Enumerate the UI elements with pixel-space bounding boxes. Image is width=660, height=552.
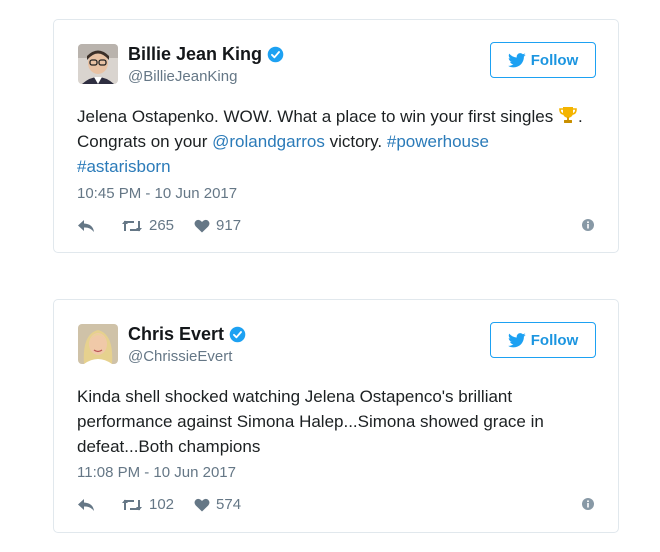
timestamp[interactable]: 11:08 PM - 10 Jun 2017 bbox=[77, 464, 236, 481]
hashtag-link[interactable]: #powerhouse bbox=[387, 132, 489, 151]
twitter-bird-icon bbox=[507, 332, 526, 347]
avatar[interactable] bbox=[78, 44, 118, 84]
tweet-card: Billie Jean King @BillieJeanKing Follow … bbox=[53, 19, 619, 253]
action-bar: 265 917 bbox=[77, 217, 594, 234]
follow-button[interactable]: Follow bbox=[490, 42, 596, 78]
info-icon[interactable] bbox=[582, 219, 594, 231]
retweet-button[interactable]: 102 bbox=[121, 496, 174, 513]
avatar[interactable] bbox=[78, 324, 118, 364]
like-button[interactable]: 917 bbox=[194, 217, 241, 234]
tweet-text-part: victory. bbox=[324, 132, 387, 151]
action-bar: 102 574 bbox=[77, 496, 594, 513]
author-name-text[interactable]: Chris Evert bbox=[128, 324, 224, 345]
verified-badge-icon bbox=[267, 46, 284, 63]
timestamp[interactable]: 10:45 PM - 10 Jun 2017 bbox=[77, 185, 237, 202]
author-name[interactable]: Billie Jean King bbox=[128, 44, 284, 65]
follow-label: Follow bbox=[530, 51, 579, 69]
retweet-icon bbox=[122, 499, 142, 510]
info-icon[interactable] bbox=[582, 498, 594, 510]
retweet-count: 102 bbox=[149, 496, 175, 513]
follow-button[interactable]: Follow bbox=[490, 322, 596, 358]
reply-icon bbox=[78, 498, 94, 511]
tweet-card: Chris Evert @ChrissieEvert Follow Kinda … bbox=[53, 299, 619, 533]
verified-badge-icon bbox=[229, 326, 246, 343]
like-button[interactable]: 574 bbox=[194, 496, 241, 513]
mention-link[interactable]: @rolandgarros bbox=[212, 132, 325, 151]
twitter-bird-icon bbox=[507, 52, 526, 67]
tweet-text: Kinda shell shocked watching Jelena Osta… bbox=[77, 387, 544, 456]
author-name[interactable]: Chris Evert bbox=[128, 324, 246, 345]
tweet-text-part: Jelena Ostapenko. WOW. What a place to w… bbox=[77, 107, 558, 126]
reply-icon bbox=[78, 219, 94, 232]
author-name-text[interactable]: Billie Jean King bbox=[128, 44, 262, 65]
retweet-count: 265 bbox=[149, 217, 175, 234]
hashtag-link[interactable]: #astarisborn bbox=[77, 157, 171, 176]
heart-icon bbox=[194, 498, 210, 511]
retweet-icon bbox=[122, 220, 142, 231]
author-handle[interactable]: @BillieJeanKing bbox=[128, 68, 237, 85]
trophy-emoji-icon bbox=[559, 107, 577, 123]
reply-button[interactable] bbox=[77, 219, 101, 233]
reply-button[interactable] bbox=[77, 498, 101, 512]
retweet-button[interactable]: 265 bbox=[121, 217, 174, 234]
follow-label: Follow bbox=[530, 331, 579, 349]
author-handle[interactable]: @ChrissieEvert bbox=[128, 348, 232, 365]
like-count: 917 bbox=[216, 217, 242, 234]
like-count: 574 bbox=[216, 496, 242, 513]
heart-icon bbox=[194, 219, 210, 232]
tweet-text: Jelena Ostapenko. WOW. What a place to w… bbox=[77, 104, 598, 179]
